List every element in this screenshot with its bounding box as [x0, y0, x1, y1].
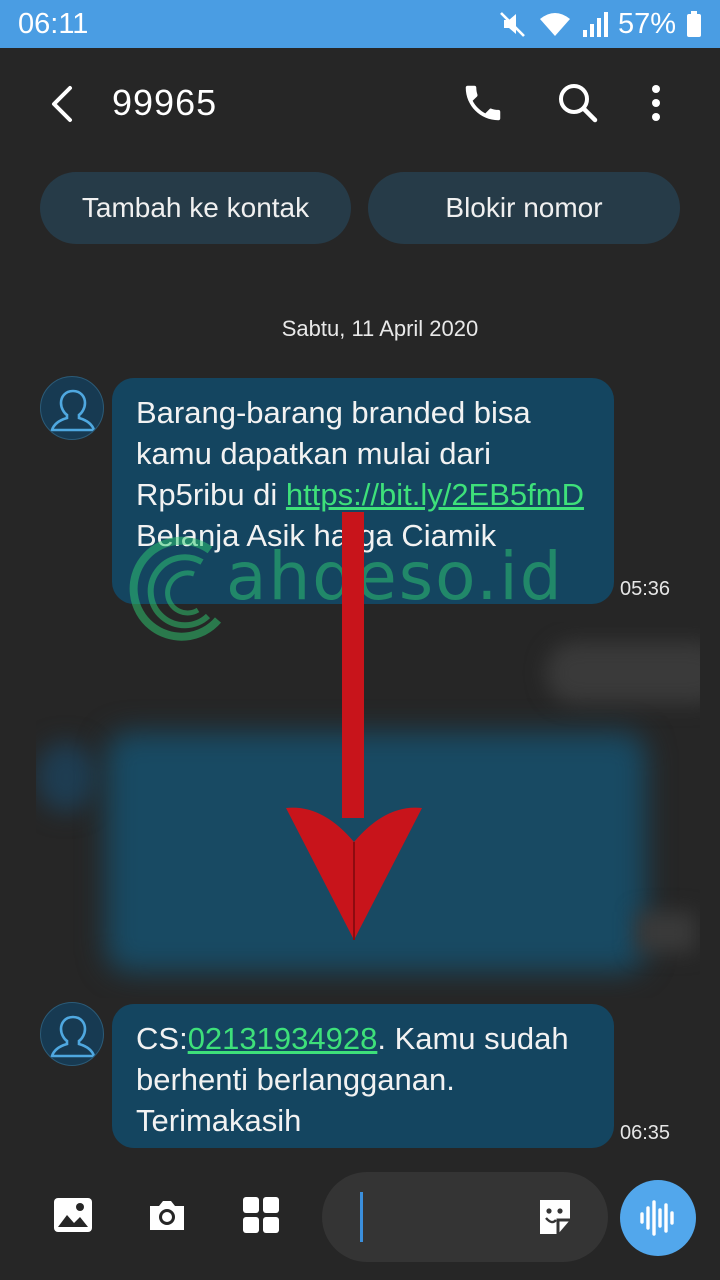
camera-icon[interactable] — [146, 1194, 188, 1236]
sender-avatar[interactable] — [40, 376, 104, 440]
message-text: CS: — [136, 1021, 188, 1056]
wifi-icon — [538, 10, 572, 38]
date-separator: Sabtu, 11 April 2020 — [281, 316, 479, 341]
voice-input-icon — [640, 1200, 674, 1236]
text-caret — [360, 1192, 363, 1242]
compose-bar — [0, 1168, 720, 1280]
sticker-icon[interactable] — [534, 1196, 576, 1243]
block-number-button[interactable]: Blokir nomor — [368, 172, 680, 244]
image-icon[interactable] — [52, 1194, 94, 1236]
more-vert-icon[interactable] — [634, 80, 680, 126]
back-arrow-icon[interactable] — [42, 82, 86, 126]
message-bubble[interactable]: CS:02131934928. Kamu sudah berhenti berl… — [112, 1004, 614, 1148]
mute-icon — [498, 9, 528, 39]
phone-icon[interactable] — [460, 80, 506, 126]
message-link[interactable]: https://bit.ly/2EB5fmD — [286, 477, 584, 512]
sender-avatar[interactable] — [40, 1002, 104, 1066]
message-time: 06:35 — [620, 1122, 671, 1144]
status-time: 06:11 — [18, 7, 89, 40]
battery-icon — [686, 10, 702, 38]
voice-input-button[interactable] — [620, 1180, 696, 1256]
red-down-arrow — [286, 512, 422, 940]
add-contact-button[interactable]: Tambah ke kontak — [40, 172, 351, 244]
person-icon — [50, 1015, 96, 1058]
search-icon[interactable] — [555, 80, 601, 126]
conversation-title: 99965 — [112, 82, 218, 123]
message-time: 05:36 — [620, 578, 671, 600]
signal-icon — [582, 10, 608, 38]
status-bar: 06:11 57% — [0, 0, 720, 48]
apps-grid-icon[interactable] — [240, 1194, 282, 1236]
phone-number-link[interactable]: 02131934928 — [188, 1021, 378, 1056]
battery-percent: 57% — [617, 7, 676, 40]
app-bar: 99965 — [0, 48, 720, 160]
person-icon — [50, 389, 96, 432]
message-input[interactable] — [322, 1172, 608, 1262]
